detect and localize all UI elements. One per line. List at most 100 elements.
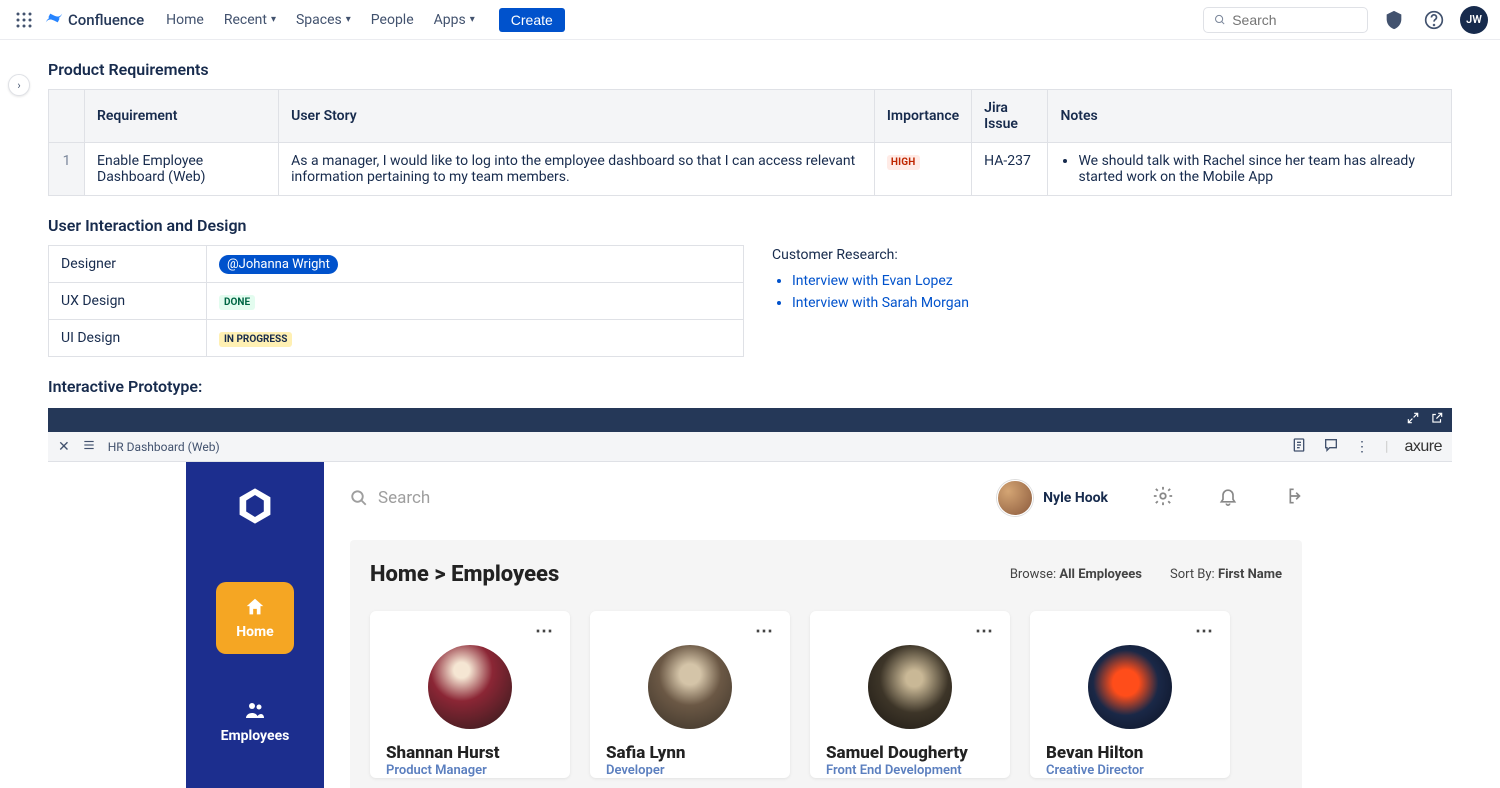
notifications-icon[interactable] — [1380, 6, 1408, 34]
table-row: Designer @Johanna Wright — [49, 246, 744, 283]
avatar — [1088, 645, 1172, 729]
cell-requirement: Enable Employee Dashboard (Web) — [85, 143, 279, 196]
product-name: Confluence — [68, 11, 144, 29]
app-switcher-icon[interactable] — [12, 8, 36, 32]
proto-search[interactable]: Search — [350, 488, 430, 508]
section-design-heading: User Interaction and Design — [48, 216, 1452, 235]
user-mention[interactable]: @Johanna Wright — [219, 255, 338, 274]
col-user-story: User Story — [279, 90, 875, 143]
logout-icon[interactable] — [1282, 486, 1302, 510]
people-icon — [243, 698, 267, 722]
gear-icon[interactable] — [1152, 485, 1174, 511]
cell-jira: HA-237 — [972, 143, 1048, 196]
col-requirement: Requirement — [85, 90, 279, 143]
col-notes: Notes — [1048, 90, 1452, 143]
proto-app-logo-icon — [233, 484, 277, 532]
employee-card[interactable]: ⋯ Bevan Hilton Creative Director — [1030, 611, 1230, 778]
employee-card[interactable]: ⋯ Safia Lynn Developer — [590, 611, 790, 778]
customer-research: Customer Research: Interview with Evan L… — [772, 245, 1452, 357]
bell-icon[interactable] — [1218, 486, 1238, 510]
search-icon — [1214, 13, 1226, 27]
notes-icon[interactable] — [1291, 437, 1307, 457]
table-row: UX Design DONE — [49, 283, 744, 320]
user-avatar[interactable]: JW — [1460, 6, 1488, 34]
cell-user-story: As a manager, I would like to log into t… — [279, 143, 875, 196]
search-box[interactable] — [1203, 7, 1368, 33]
proto-user-name: Nyle Hook — [1043, 490, 1108, 506]
sidebar-expand-icon[interactable]: › — [8, 74, 30, 96]
proto-nav-label: Home — [236, 624, 273, 640]
card-menu-icon[interactable]: ⋯ — [606, 623, 774, 641]
embed-toolbar: ✕ HR Dashboard (Web) ⋮ | axure — [48, 432, 1452, 462]
top-nav: Confluence Home Recent▾ Spaces▾ People A… — [0, 0, 1500, 40]
card-name: Safia Lynn — [606, 743, 774, 763]
avatar — [648, 645, 732, 729]
table-row: UI Design IN PROGRESS — [49, 320, 744, 357]
card-menu-icon[interactable]: ⋯ — [386, 623, 554, 641]
section-requirements-heading: Product Requirements — [48, 60, 1452, 79]
help-icon[interactable] — [1420, 6, 1448, 34]
nav-recent[interactable]: Recent▾ — [216, 8, 284, 32]
confluence-icon — [44, 8, 64, 32]
proto-nav-employees[interactable]: Employees — [201, 684, 310, 758]
search-icon — [350, 489, 368, 507]
sort-filter[interactable]: Sort By: First Name — [1170, 567, 1282, 582]
axure-logo: axure — [1404, 438, 1442, 456]
proto-nav-home[interactable]: Home — [216, 582, 293, 654]
more-icon[interactable]: ⋮ — [1355, 439, 1369, 455]
nav-people[interactable]: People — [363, 8, 422, 32]
card-role: Front End Development — [826, 763, 994, 778]
cell-value: @Johanna Wright — [207, 246, 744, 283]
cell-value: IN PROGRESS — [207, 320, 744, 357]
card-menu-icon[interactable]: ⋯ — [826, 623, 994, 641]
browse-filter[interactable]: Browse: All Employees — [1010, 567, 1142, 582]
embed-title: HR Dashboard (Web) — [108, 440, 220, 454]
status-badge: DONE — [219, 295, 255, 310]
close-icon[interactable]: ✕ — [58, 439, 70, 455]
research-link[interactable]: Interview with Sarah Morgan — [792, 295, 969, 311]
col-num — [49, 90, 85, 143]
chevron-down-icon: ▾ — [470, 14, 475, 25]
card-role: Developer — [606, 763, 774, 778]
proto-main: Search Nyle Hook — [324, 462, 1328, 788]
cell-label: UI Design — [49, 320, 207, 357]
employee-card[interactable]: ⋯ Shannan Hurst Product Manager — [370, 611, 570, 778]
chevron-down-icon: ▾ — [271, 14, 276, 25]
research-link[interactable]: Interview with Evan Lopez — [792, 273, 953, 289]
nav-apps[interactable]: Apps▾ — [426, 8, 483, 32]
proto-nav-label: Employees — [221, 728, 290, 744]
col-importance: Importance — [874, 90, 971, 143]
card-role: Creative Director — [1046, 763, 1214, 778]
card-role: Product Manager — [386, 763, 554, 778]
research-heading: Customer Research: — [772, 247, 1452, 263]
open-external-icon[interactable] — [1430, 411, 1444, 429]
card-name: Bevan Hilton — [1046, 743, 1214, 763]
home-icon — [244, 596, 266, 618]
expand-icon[interactable] — [1406, 411, 1420, 429]
avatar — [428, 645, 512, 729]
menu-icon[interactable] — [82, 438, 96, 456]
cell-value: DONE — [207, 283, 744, 320]
nav-spaces[interactable]: Spaces▾ — [288, 8, 359, 32]
cell-notes: We should talk with Rachel since her tea… — [1048, 143, 1452, 196]
breadcrumb: Home > Employees — [370, 562, 559, 587]
col-jira: Jira Issue — [972, 90, 1048, 143]
status-badge: IN PROGRESS — [219, 332, 292, 347]
section-prototype-heading: Interactive Prototype: — [48, 377, 1452, 396]
card-name: Samuel Dougherty — [826, 743, 994, 763]
employee-card[interactable]: ⋯ Samuel Dougherty Front End Development — [810, 611, 1010, 778]
create-button[interactable]: Create — [499, 8, 565, 32]
avatar — [868, 645, 952, 729]
prototype-frame: Home Employees Search — [48, 462, 1452, 788]
chevron-down-icon: ▾ — [346, 14, 351, 25]
nav-home[interactable]: Home — [158, 8, 212, 32]
comment-icon[interactable] — [1323, 437, 1339, 457]
cell-label: Designer — [49, 246, 207, 283]
cell-importance: HIGH — [874, 143, 971, 196]
search-input[interactable] — [1232, 12, 1357, 28]
requirements-table: Requirement User Story Importance Jira I… — [48, 89, 1452, 196]
confluence-logo[interactable]: Confluence — [44, 8, 144, 32]
avatar — [997, 480, 1033, 516]
card-menu-icon[interactable]: ⋯ — [1046, 623, 1214, 641]
proto-user[interactable]: Nyle Hook — [997, 480, 1108, 516]
